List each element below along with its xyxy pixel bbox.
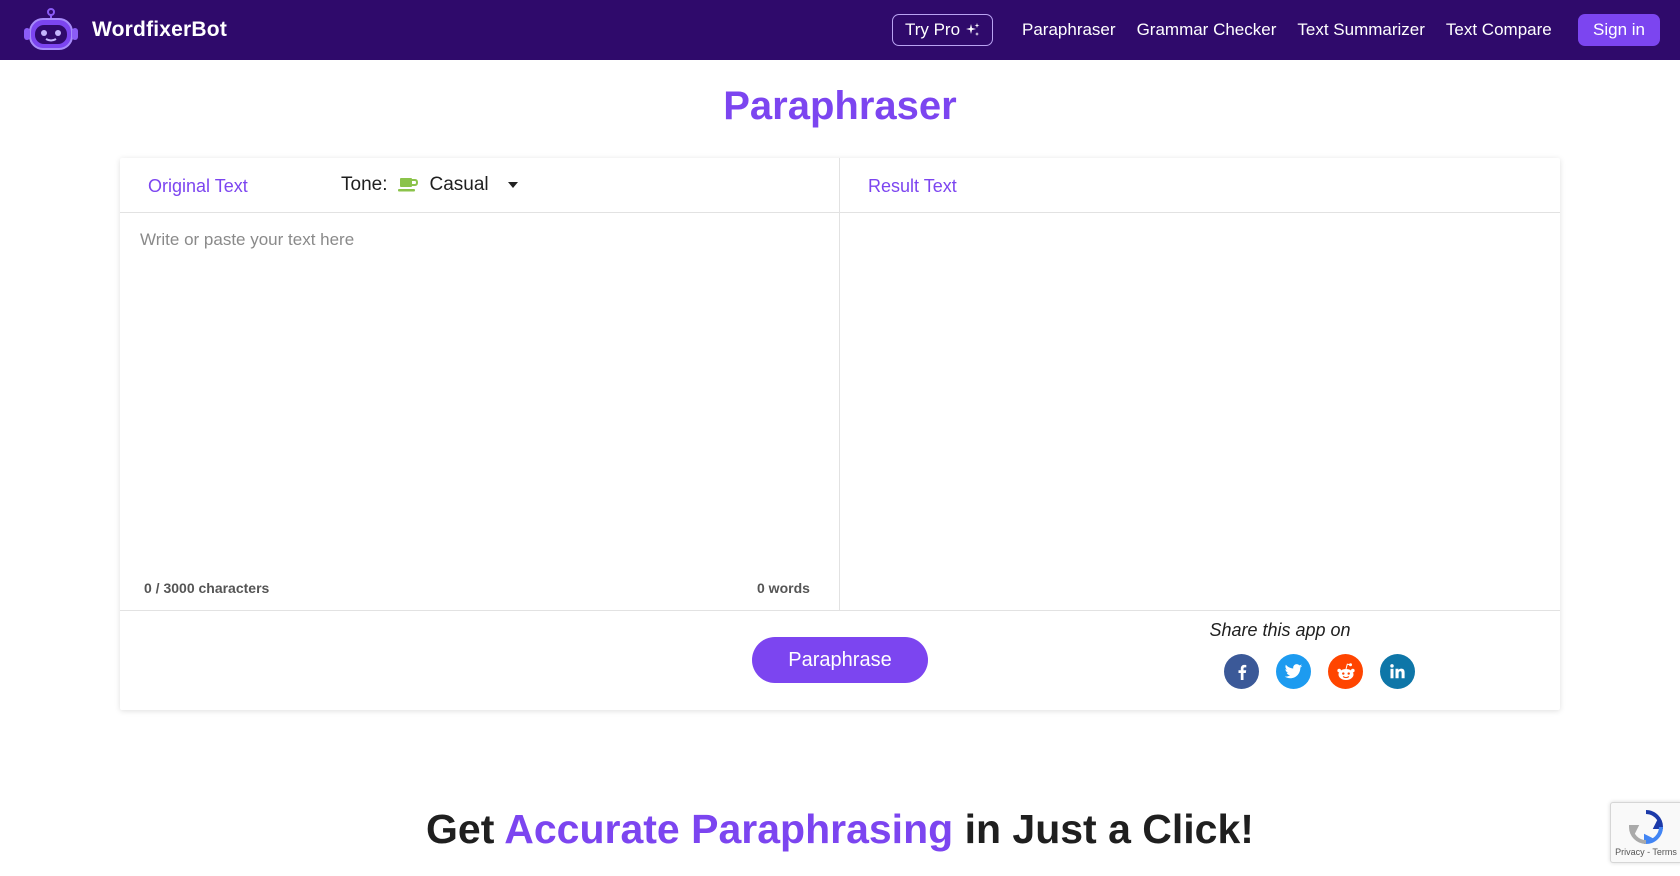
linkedin-icon xyxy=(1390,664,1405,679)
header-divider xyxy=(120,212,1560,213)
linkedin-share-button[interactable] xyxy=(1380,654,1415,689)
page-title: Paraphraser xyxy=(723,84,957,128)
caret-down-icon xyxy=(507,182,518,188)
word-count: 0 words xyxy=(757,580,810,596)
original-text-input[interactable] xyxy=(140,230,820,530)
robot-logo-icon xyxy=(24,8,78,50)
tone-value: Casual xyxy=(429,174,489,195)
character-count: 0 / 3000 characters xyxy=(144,580,270,596)
nav-links: Paraphraser Grammar Checker Text Summari… xyxy=(1022,0,1573,60)
recaptcha-icon xyxy=(1628,810,1664,845)
original-text-label: Original Text xyxy=(148,176,248,196)
facebook-icon xyxy=(1238,664,1246,680)
twitter-icon xyxy=(1284,663,1303,678)
paraphraser-tool: Original Text Tone: Casual Result Text 0… xyxy=(120,158,1560,710)
headline-accent: Accurate Paraphrasing xyxy=(504,806,954,852)
footer-divider xyxy=(120,610,1560,611)
share-title: Share this app on xyxy=(1209,620,1351,640)
sparkles-icon xyxy=(966,23,980,36)
coffee-cup-icon xyxy=(398,178,419,192)
facebook-share-button[interactable] xyxy=(1224,654,1259,689)
nav-link-paraphraser[interactable]: Paraphraser xyxy=(1022,20,1116,40)
twitter-share-button[interactable] xyxy=(1276,654,1311,689)
section-headline: Get Accurate Paraphrasing in Just a Clic… xyxy=(0,806,1680,853)
headline-prefix: Get xyxy=(426,806,495,852)
headline-suffix: in Just a Click! xyxy=(964,806,1254,852)
try-pro-button[interactable]: Try Pro xyxy=(892,14,993,46)
tone-label: Tone: xyxy=(341,174,388,195)
nav-link-grammar-checker[interactable]: Grammar Checker xyxy=(1137,20,1277,40)
reddit-share-button[interactable] xyxy=(1328,654,1363,689)
nav-link-text-summarizer[interactable]: Text Summarizer xyxy=(1297,20,1425,40)
paraphrase-button[interactable]: Paraphrase xyxy=(752,637,928,683)
recaptcha-badge[interactable]: Privacy - Terms xyxy=(1610,802,1680,863)
result-text-label: Result Text xyxy=(868,176,957,196)
sign-in-button[interactable]: Sign in xyxy=(1578,14,1660,46)
share-icons xyxy=(1224,654,1415,689)
brand-name: WordfixerBot xyxy=(92,18,228,41)
recaptcha-links[interactable]: Privacy - Terms xyxy=(1615,847,1677,857)
pane-divider xyxy=(839,158,840,611)
brand-home-link[interactable]: WordfixerBot xyxy=(22,8,227,52)
reddit-icon xyxy=(1336,662,1355,680)
try-pro-label: Try Pro xyxy=(904,20,961,39)
tone-dropdown[interactable]: Tone: Casual xyxy=(341,174,518,196)
top-navbar: WordfixerBot Try Pro Paraphraser Grammar… xyxy=(0,0,1680,60)
nav-link-text-compare[interactable]: Text Compare xyxy=(1446,20,1552,40)
